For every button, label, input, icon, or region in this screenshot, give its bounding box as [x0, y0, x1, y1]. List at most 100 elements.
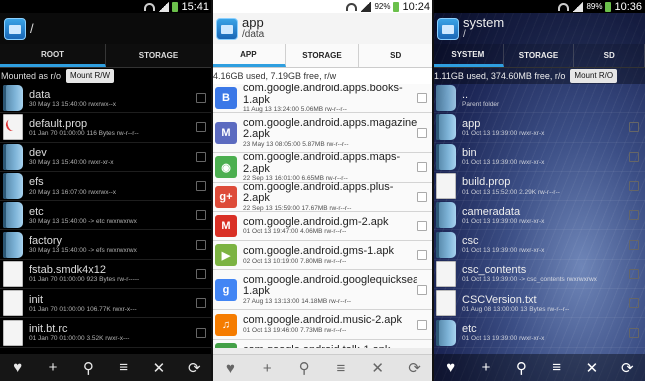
tab-app[interactable]: APP	[212, 44, 286, 67]
select-checkbox[interactable]	[417, 221, 427, 232]
list-item[interactable]: etc 01 Oct 13 19:39:00 rwxr-xr-x	[433, 318, 645, 348]
select-checkbox[interactable]	[196, 122, 206, 133]
item-text: .. Parent folder	[462, 89, 645, 108]
list-item[interactable]: bin 01 Oct 13 19:39:00 rwxr-xr-x	[433, 143, 645, 172]
list-item[interactable]: build.prop 01 Oct 13 15:52:00 2.29K rw-r-…	[433, 172, 645, 202]
search-icon[interactable]: ⚲	[511, 358, 531, 378]
select-checkbox[interactable]	[417, 93, 427, 104]
app-logo-icon[interactable]	[437, 17, 459, 40]
select-checkbox[interactable]	[196, 239, 206, 250]
list-item[interactable]: ◉ com.google.android.apps.maps-2.apk 22 Se…	[212, 152, 433, 183]
list-item[interactable]: etc 30 May 13 15:40:00 -> etc rwxrwxrwx	[0, 201, 212, 231]
list-item[interactable]: dev 30 May 13 15:40:00 rwxr-xr-x	[0, 143, 212, 172]
heart-icon[interactable]: ♥	[220, 358, 240, 378]
select-checkbox[interactable]	[417, 250, 427, 261]
select-checkbox[interactable]	[196, 151, 206, 162]
list-item[interactable]: default.prop 01 Jan 70 01:00:00 116 Bytes…	[0, 113, 212, 143]
item-name: csc_contents	[462, 264, 527, 277]
list-item[interactable]: g com.google.android.googlequicksearchbox…	[212, 270, 433, 311]
tab-sd[interactable]: SD	[574, 44, 645, 67]
item-text: com.google.android.music-2.apk 01 Oct 13 …	[243, 315, 417, 334]
search-icon[interactable]: ⚲	[294, 358, 314, 378]
list-item[interactable]: Bcom.google.android.apps.books-1.apk 11 A…	[212, 84, 433, 114]
select-checkbox[interactable]	[196, 181, 206, 192]
select-checkbox[interactable]	[196, 268, 206, 279]
list-item[interactable]: g+ com.google.android.apps.plus-2.apk 22 S…	[212, 182, 433, 212]
plus-icon[interactable]: +	[476, 358, 496, 378]
item-meta: 23 May 13 08:05:00 5.87MB rw-r--r--	[243, 140, 349, 148]
list-item[interactable]: ▶ com.google.android.gms-1.apk 02 Oct 13 1…	[212, 241, 433, 271]
apk-icon: M	[215, 215, 237, 238]
item-name: bin	[462, 147, 477, 160]
select-checkbox[interactable]	[196, 327, 206, 338]
panel-root: 15:41 / ROOT STORAGE Mounted as r/o Moun…	[0, 0, 212, 381]
item-text: com.google.android.gm-2.apk 01 Oct 13 19:…	[243, 217, 417, 236]
app-logo-icon[interactable]	[4, 17, 26, 40]
apk-icon: ❝	[215, 342, 237, 348]
sort-icon[interactable]: ≡	[114, 358, 134, 378]
list-item[interactable]: data 30 May 13 15:40:00 rwxrwx--x	[0, 84, 212, 114]
close-icon[interactable]: ✕	[368, 358, 388, 378]
item-text: efs 20 May 13 16:07:00 rwxrwx--x	[29, 176, 196, 195]
refresh-icon[interactable]: ⟳	[617, 358, 637, 378]
tab-sd[interactable]: SD	[359, 44, 433, 67]
app-logo-icon[interactable]	[216, 17, 238, 40]
tab-root[interactable]: ROOT	[0, 44, 106, 67]
tab-storage[interactable]: STORAGE	[286, 44, 360, 67]
tab-system[interactable]: SYSTEM	[433, 44, 504, 67]
sort-icon[interactable]: ≡	[331, 358, 351, 378]
list-item[interactable]: init 01 Jan 70 01:00:00 106.77K rwxr-x---	[0, 289, 212, 319]
select-checkbox[interactable]	[417, 127, 427, 138]
list-item[interactable]: cameradata 01 Oct 13 19:39:00 rwxr-xr-x	[433, 201, 645, 231]
select-checkbox[interactable]	[417, 191, 427, 202]
list-item[interactable]: factory 30 May 13 15:40:00 -> efs rwxrwxr…	[0, 230, 212, 260]
list-item[interactable]: init.bt.rc 01 Jan 70 01:00:00 3.52K rwxr-…	[0, 318, 212, 348]
refresh-icon[interactable]: ⟳	[405, 358, 425, 378]
select-checkbox[interactable]	[417, 319, 427, 330]
signal-icon	[360, 1, 372, 12]
select-checkbox[interactable]	[417, 284, 427, 295]
refresh-icon[interactable]: ⟳	[184, 358, 204, 378]
tab-storage[interactable]: STORAGE	[504, 44, 575, 67]
list-item[interactable]: .. Parent folder	[433, 84, 645, 114]
select-checkbox[interactable]	[629, 181, 639, 192]
plus-icon[interactable]: +	[257, 358, 277, 378]
select-checkbox[interactable]	[196, 298, 206, 309]
item-meta: 01 Oct 13 19:39:00 rwxr-xr-x	[462, 129, 545, 137]
select-checkbox[interactable]	[629, 268, 639, 279]
select-checkbox[interactable]	[629, 210, 639, 221]
search-icon[interactable]: ⚲	[78, 358, 98, 378]
close-icon[interactable]: ✕	[582, 358, 602, 378]
select-checkbox[interactable]	[629, 327, 639, 338]
select-checkbox[interactable]	[629, 122, 639, 133]
list-item[interactable]: app 01 Oct 13 19:39:00 rwxr-xr-x	[433, 113, 645, 143]
item-meta: 01 Jan 70 01:00:00 3.52K rwxr-x---	[29, 335, 130, 342]
heart-icon[interactable]: ♥	[441, 358, 461, 378]
list-item[interactable]: csc 01 Oct 13 19:39:00 rwxr-xr-x	[433, 230, 645, 260]
bottom-toolbar: ♥ + ⚲ ≡ ✕ ⟳	[433, 354, 645, 381]
select-checkbox[interactable]	[196, 210, 206, 221]
plus-icon[interactable]: +	[43, 358, 63, 378]
list-item[interactable]: ❝ com.google.android.talk-1.apk28 Sep 13 …	[212, 339, 433, 348]
list-item[interactable]: efs 20 May 13 16:07:00 rwxrwx--x	[0, 172, 212, 202]
item-text: com.google.android.apps.books-1.apk 11 Au…	[243, 84, 417, 113]
list-item[interactable]: Mcom.google.android.gm-2.apk 01 Oct 13 19…	[212, 211, 433, 242]
list-item[interactable]: CSCVersion.txt 01 Aug 08 13:00:00 13 Byte…	[433, 289, 645, 319]
list-item[interactable]: ♫ com.google.android.music-2.apk 01 Oct 13…	[212, 310, 433, 340]
select-checkbox[interactable]	[417, 162, 427, 173]
mount-button[interactable]: Mount R/O	[570, 69, 618, 83]
list-item[interactable]: Mcom.google.android.apps.magazines-2.apk…	[212, 113, 433, 154]
select-checkbox[interactable]	[629, 239, 639, 250]
select-checkbox[interactable]	[196, 93, 206, 104]
heart-icon[interactable]: ♥	[8, 358, 28, 378]
sort-icon[interactable]: ≡	[547, 358, 567, 378]
item-meta: 01 Oct 13 19:39:00 rwxr-xr-x	[462, 247, 545, 255]
list-item[interactable]: csc_contents 01 Oct 13 19:39:00 -> csc_co…	[433, 260, 645, 290]
close-icon[interactable]: ✕	[149, 358, 169, 378]
select-checkbox[interactable]	[629, 151, 639, 162]
list-item[interactable]: fstab.smdk4x12 01 Jan 70 01:00:00 923 Byt…	[0, 260, 212, 290]
tab-storage[interactable]: STORAGE	[106, 44, 212, 67]
mount-button[interactable]: Mount R/W	[66, 69, 115, 83]
select-checkbox[interactable]	[629, 298, 639, 309]
item-name: build.prop	[462, 176, 511, 189]
